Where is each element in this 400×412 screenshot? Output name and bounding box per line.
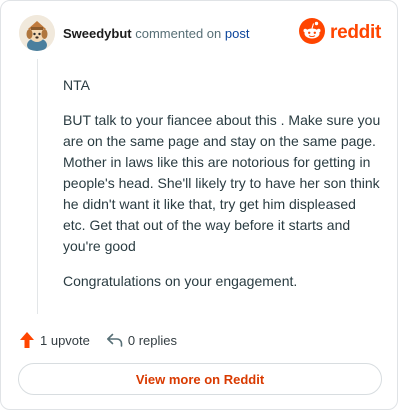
thread-line [37, 59, 38, 314]
reddit-wordmark: reddit [330, 22, 381, 43]
avatar-icon[interactable] [19, 15, 55, 51]
reply-button[interactable]: 0 replies [106, 332, 177, 348]
reddit-logo[interactable]: reddit [299, 17, 381, 49]
comment-attribution: Sweedybut commented on post [63, 26, 249, 41]
upvote-arrow-icon [19, 331, 35, 349]
comment-embed-card: Sweedybut commented on post reddit NTA B… [0, 0, 398, 410]
comment-header: Sweedybut commented on post reddit [19, 15, 381, 51]
comment-body: NTA BUT talk to your fiancee about this … [63, 75, 381, 306]
post-link[interactable]: post [225, 26, 250, 41]
attribution-text: commented on [135, 26, 222, 41]
upvote-count: 1 upvote [40, 332, 90, 348]
comment-paragraph: NTA [63, 77, 90, 93]
upvote-button[interactable]: 1 upvote [19, 331, 90, 349]
comment-paragraph: BUT talk to your fiancee about this . Ma… [63, 112, 381, 254]
reply-count: 0 replies [127, 332, 178, 348]
comment-paragraph: Congratulations on your engagement. [63, 273, 298, 289]
reply-arrow-icon [106, 332, 123, 348]
view-more-button[interactable]: View more on Reddit [18, 363, 382, 395]
comment-actions: 1 upvote 0 replies [19, 330, 177, 350]
username-link[interactable]: Sweedybut [63, 26, 132, 41]
reddit-logo-icon [299, 17, 326, 49]
